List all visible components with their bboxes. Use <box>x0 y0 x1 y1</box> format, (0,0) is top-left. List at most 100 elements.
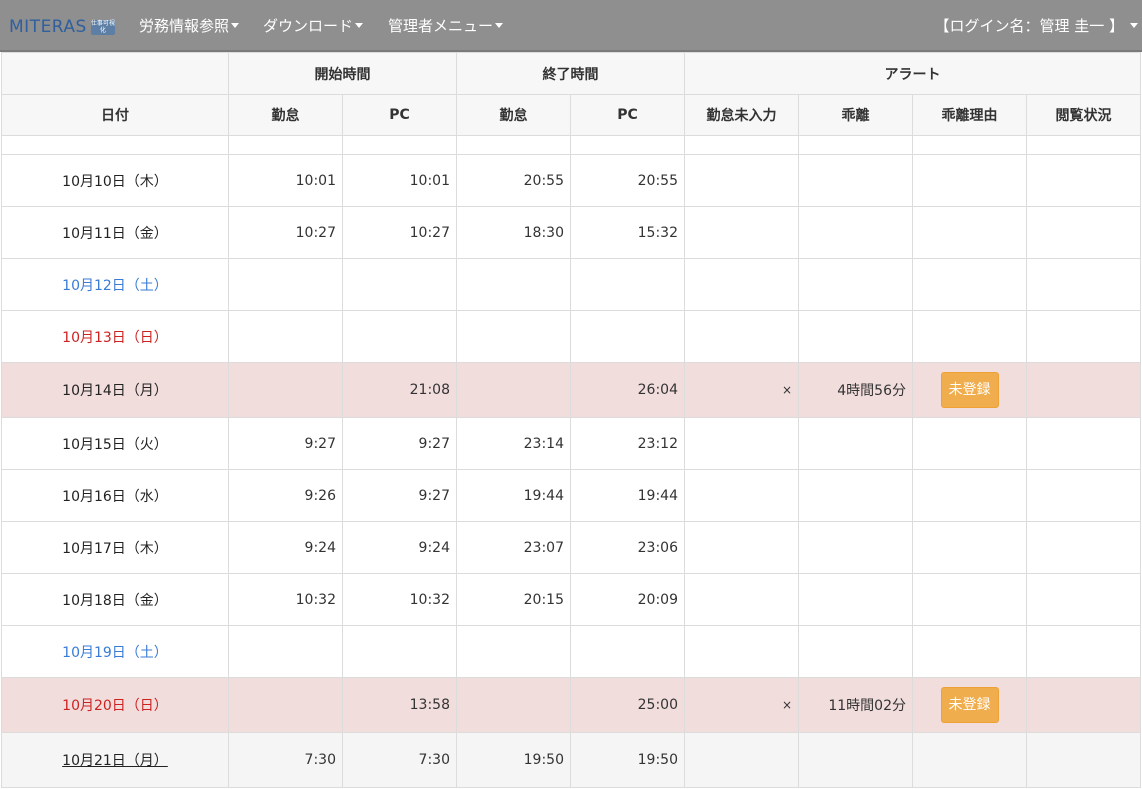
divergence-cell <box>798 417 913 470</box>
missing-entry-cell <box>684 732 799 788</box>
view-status-cell <box>1026 206 1141 259</box>
missing-entry-cell <box>684 206 799 259</box>
start-pc-cell <box>342 625 457 678</box>
reason-cell <box>912 206 1027 259</box>
divergence-cell <box>798 154 913 207</box>
view-status-cell <box>1026 154 1141 207</box>
table-row-current: 10月21日（月） 7:30 7:30 19:50 19:50 <box>1 732 1141 788</box>
end-kintai-cell: 19:50 <box>456 732 571 788</box>
end-kintai-cell: 19:44 <box>456 469 571 522</box>
start-pc-cell <box>342 310 457 363</box>
start-kintai-cell: 9:26 <box>228 469 343 522</box>
date-cell: 10月14日（月） <box>1 362 229 418</box>
start-pc-cell: 9:27 <box>342 417 457 470</box>
view-status-cell <box>1026 258 1141 311</box>
end-pc-cell: 23:12 <box>570 417 685 470</box>
header-blank <box>1 52 229 95</box>
divergence-cell <box>798 521 913 574</box>
missing-entry-cell: × <box>684 362 799 418</box>
end-kintai-cell: 20:15 <box>456 573 571 626</box>
view-status-cell <box>1026 677 1141 733</box>
end-pc-cell <box>570 310 685 363</box>
table-row-partial <box>1 135 1141 155</box>
end-pc-cell: 26:04 <box>570 362 685 418</box>
start-kintai-cell: 7:30 <box>228 732 343 788</box>
date-cell: 10月17日（木） <box>1 521 229 574</box>
table-row: 10月11日（金） 10:27 10:27 18:30 15:32 <box>1 206 1141 259</box>
table-row: 10月16日（水） 9:26 9:27 19:44 19:44 <box>1 469 1141 522</box>
end-kintai-cell <box>456 677 571 733</box>
end-kintai-cell: 18:30 <box>456 206 571 259</box>
reason-cell <box>912 521 1027 574</box>
start-kintai-cell: 9:24 <box>228 521 343 574</box>
start-kintai-cell: 10:27 <box>228 206 343 259</box>
start-kintai-cell <box>228 258 343 311</box>
date-cell: 10月15日（火） <box>1 417 229 470</box>
table-row: 10月10日（木） 10:01 10:01 20:55 20:55 <box>1 154 1141 207</box>
logo-badge: 仕事可視化 <box>90 19 115 35</box>
divergence-cell <box>798 469 913 522</box>
attendance-table: 開始時間 終了時間 アラート 日付 勤怠 PC 勤怠 PC 勤怠未入力 乖離 乖… <box>1 52 1141 788</box>
start-pc-cell: 13:58 <box>342 677 457 733</box>
nav-labor-info-label: 労務情報参照 <box>139 17 230 35</box>
view-status-cell <box>1026 362 1141 418</box>
nav-labor-info-menu[interactable]: 労務情報参照 <box>139 15 240 36</box>
end-pc-cell: 19:50 <box>570 732 685 788</box>
date-cell: 10月21日（月） <box>1 732 229 788</box>
start-pc-cell: 10:01 <box>342 154 457 207</box>
date-cell: 10月16日（水） <box>1 469 229 522</box>
header-alert: アラート <box>684 52 1141 95</box>
table-row: 10月18日（金） 10:32 10:32 20:15 20:09 <box>1 573 1141 626</box>
table-row-alert: 10月20日（日） 13:58 25:00 × 11時間02分 未登録 <box>1 677 1141 733</box>
reason-cell <box>912 469 1027 522</box>
divergence-cell <box>798 625 913 678</box>
table-row: 10月13日（日） <box>1 310 1141 363</box>
login-user-menu[interactable]: 【ログイン名：管理 圭一 】 <box>934 15 1138 36</box>
date-link[interactable]: 10月21日（月） <box>62 753 168 769</box>
missing-entry-cell <box>684 258 799 311</box>
date-cell: 10月11日（金） <box>1 206 229 259</box>
start-kintai-cell: 10:01 <box>228 154 343 207</box>
start-pc-cell <box>342 258 457 311</box>
reason-cell <box>912 732 1027 788</box>
reason-cell: 未登録 <box>912 362 1027 418</box>
view-status-cell <box>1026 469 1141 522</box>
start-kintai-cell: 10:32 <box>228 573 343 626</box>
divergence-cell <box>798 573 913 626</box>
reason-cell <box>912 258 1027 311</box>
nav-admin-menu[interactable]: 管理者メニュー <box>388 15 504 36</box>
missing-entry-cell <box>684 625 799 678</box>
divergence-cell: 4時間56分 <box>798 362 913 418</box>
header-missing-entry: 勤怠未入力 <box>684 94 799 136</box>
view-status-cell <box>1026 310 1141 363</box>
start-pc-cell: 9:24 <box>342 521 457 574</box>
end-pc-cell: 20:09 <box>570 573 685 626</box>
reason-cell <box>912 417 1027 470</box>
start-pc-cell: 10:27 <box>342 206 457 259</box>
end-kintai-cell <box>456 625 571 678</box>
logo-text: MITERAS <box>9 17 87 37</box>
reason-cell <box>912 573 1027 626</box>
reason-cell: 未登録 <box>912 677 1027 733</box>
end-pc-cell <box>570 258 685 311</box>
nav-download-menu[interactable]: ダウンロード <box>263 15 364 36</box>
table-row: 10月15日（火） 9:27 9:27 23:14 23:12 <box>1 417 1141 470</box>
start-kintai-cell <box>228 310 343 363</box>
unregistered-reason-button[interactable]: 未登録 <box>940 372 999 408</box>
end-pc-cell: 20:55 <box>570 154 685 207</box>
start-pc-cell: 10:32 <box>342 573 457 626</box>
end-pc-cell: 19:44 <box>570 469 685 522</box>
date-cell: 10月19日（土） <box>1 625 229 678</box>
end-kintai-cell: 23:07 <box>456 521 571 574</box>
caret-down-icon <box>495 23 504 28</box>
divergence-cell <box>798 258 913 311</box>
missing-entry-cell: × <box>684 677 799 733</box>
view-status-cell <box>1026 521 1141 574</box>
missing-entry-cell <box>684 573 799 626</box>
unregistered-reason-button[interactable]: 未登録 <box>940 687 999 723</box>
divergence-cell <box>798 310 913 363</box>
divergence-cell <box>798 206 913 259</box>
login-name: 【ログイン名：管理 圭一 】 <box>934 17 1124 35</box>
miteras-logo[interactable]: MITERAS 仕事可視化 <box>9 17 115 37</box>
header-end-pc: PC <box>570 94 685 136</box>
